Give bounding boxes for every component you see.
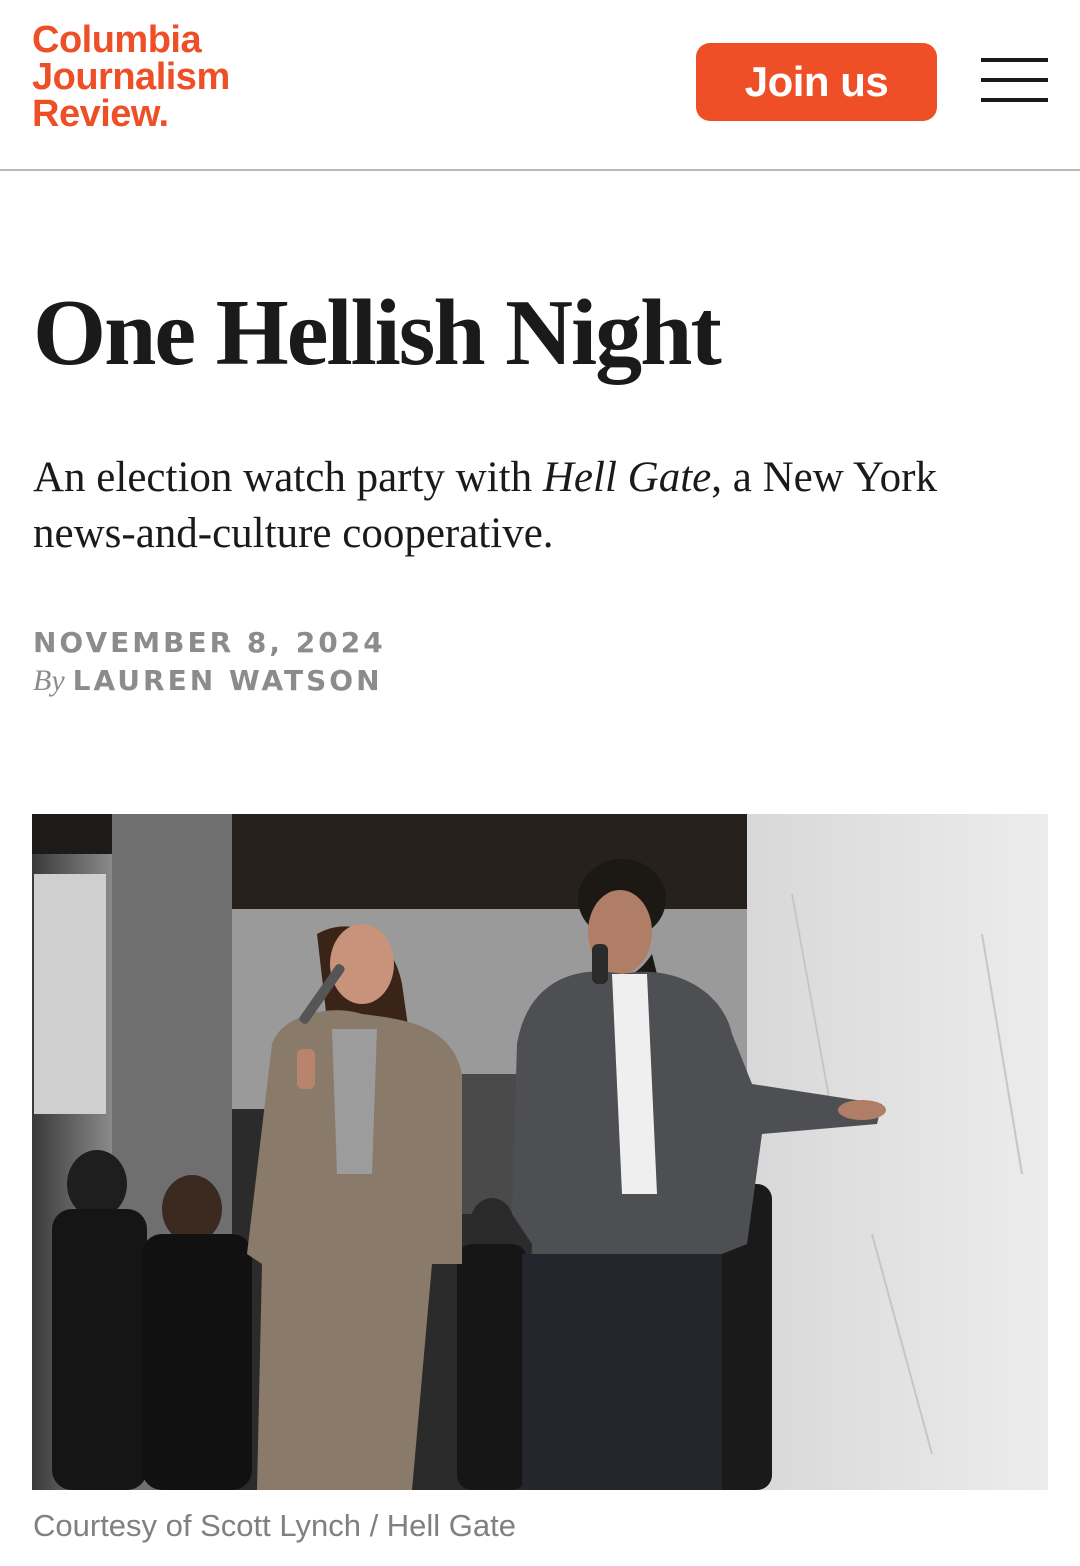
- logo-line-2: Journalism: [32, 56, 230, 98]
- cjr-logo[interactable]: Columbia Journalism Review.: [32, 19, 230, 135]
- photo-caption: Courtesy of Scott Lynch / Hell Gate: [33, 1508, 517, 1543]
- dek-publication-name: Hell Gate: [542, 454, 712, 501]
- article-title: One Hellish Night: [33, 281, 722, 385]
- site-header: Columbia Journalism Review. Join us: [0, 0, 1080, 171]
- logo-line-1: Columbia: [32, 19, 202, 61]
- publish-date: NOVEMBER 8, 2024: [33, 626, 386, 659]
- article-dek: An election watch party with Hell Gate, …: [33, 450, 1048, 562]
- author-name[interactable]: LAUREN WATSON: [73, 664, 383, 697]
- logo-line-3: Review.: [32, 93, 169, 135]
- byline: By LAUREN WATSON: [33, 664, 383, 698]
- join-us-button[interactable]: Join us: [696, 43, 937, 121]
- byline-prefix: By: [33, 664, 65, 697]
- article-photo: [32, 814, 1048, 1490]
- dek-text-start: An election watch party with: [33, 454, 543, 501]
- hamburger-menu-icon[interactable]: [981, 58, 1048, 102]
